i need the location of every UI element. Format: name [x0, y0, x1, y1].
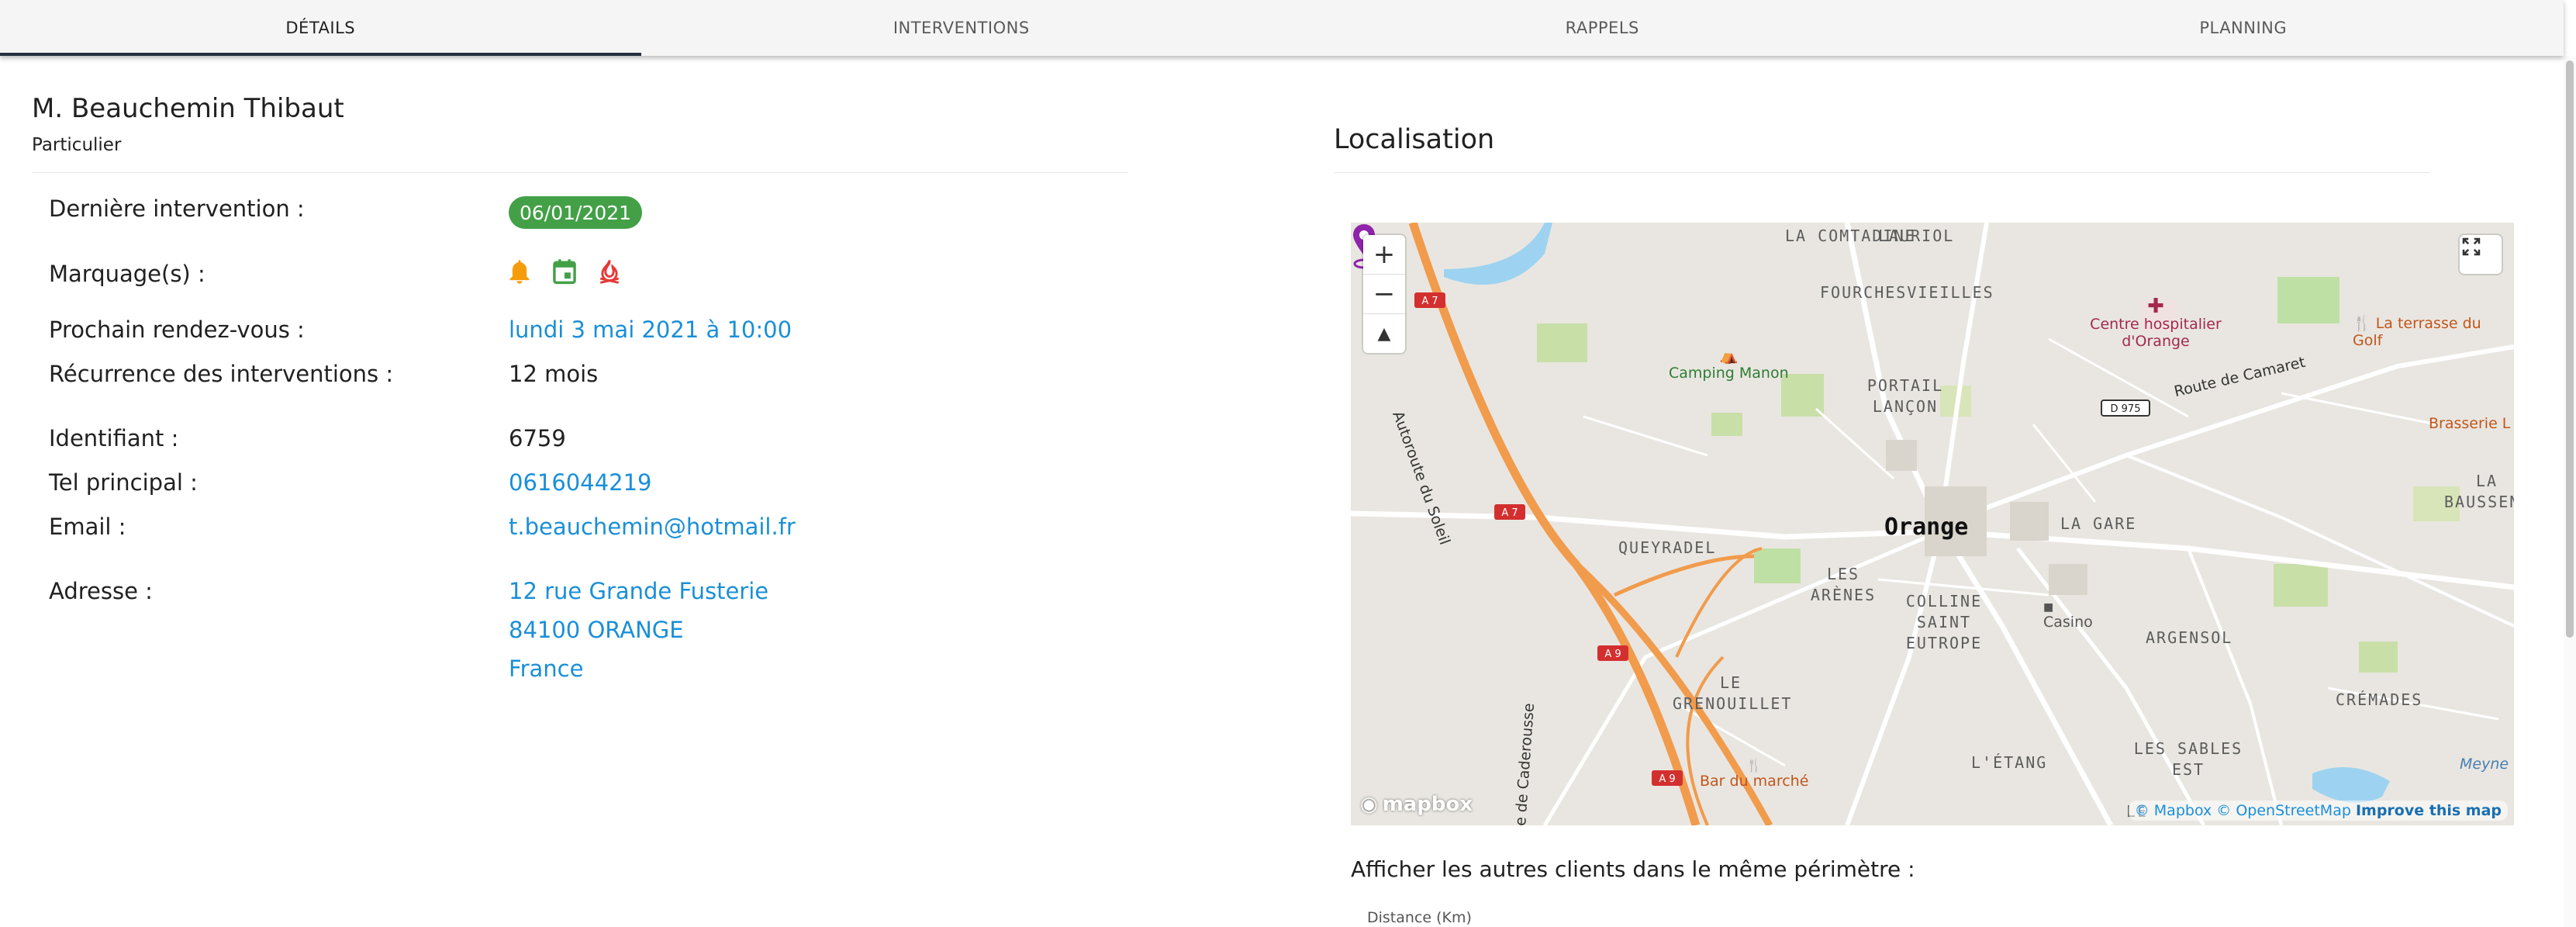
- map-label: LA GARE: [2060, 514, 2137, 533]
- client-name: M. Beauchemin Thibaut: [32, 93, 344, 124]
- divider: [32, 172, 1128, 173]
- map-label: ARGENSOL: [2146, 628, 2233, 647]
- fire-icon: [596, 258, 623, 285]
- road-shield: A 9: [1652, 770, 1683, 786]
- recurrence-label: Récurrence des interventions :: [49, 361, 394, 387]
- tab-details[interactable]: DÉTAILS: [0, 0, 641, 56]
- camping-icon: ⛺: [1719, 348, 1739, 365]
- map-poi: Meyne: [2460, 756, 2509, 773]
- next-appointment-label: Prochain rendez-vous :: [49, 316, 305, 343]
- markings-icons: [506, 258, 623, 285]
- map-city-label: Orange: [1884, 514, 1969, 541]
- zoom-in-button[interactable]: +: [1363, 235, 1405, 275]
- nearby-clients-title: Afficher les autres clients dans le même…: [1351, 856, 1915, 882]
- scrollbar-thumb[interactable]: [2566, 61, 2574, 638]
- road-shield: D 975: [2101, 400, 2150, 417]
- map-label: PORTAIL LANÇON: [1866, 376, 1944, 416]
- tab-rappels[interactable]: RAPPELS: [1282, 0, 1923, 56]
- compass-icon: ▲: [1377, 323, 1391, 344]
- road-shield: A 7: [1494, 504, 1525, 520]
- shop-icon: ■: [2043, 601, 2054, 614]
- next-appointment-link[interactable]: lundi 3 mai 2021 à 10:00: [509, 316, 792, 343]
- map-poi: ✚ Centre hospitalier d'Orange: [2086, 295, 2226, 350]
- svg-text:A 9: A 9: [1604, 649, 1621, 660]
- fullscreen-button[interactable]: [2460, 235, 2502, 274]
- last-intervention-badge: 06/01/2021: [509, 196, 643, 229]
- map-label: LES ARÈNES: [1810, 565, 1877, 604]
- address-line-1[interactable]: 12 rue Grande Fusterie: [509, 578, 768, 604]
- map-poi: Brasserie L: [2429, 415, 2511, 432]
- mapbox-logo[interactable]: ◉ mapbox: [1360, 793, 1473, 816]
- svg-text:A 7: A 7: [1421, 296, 1438, 307]
- improve-map-link[interactable]: Improve this map: [2356, 802, 2502, 819]
- map-label: COLLINE SAINT EUTROPE: [1905, 592, 1983, 652]
- distance-label: Distance (Km): [1367, 909, 1472, 926]
- phone-link[interactable]: 0616044219: [509, 469, 652, 496]
- calendar-icon: [551, 258, 578, 285]
- map-attribution: © Mapbox © OpenStreetMap Improve this ma…: [2128, 801, 2508, 821]
- road-shield: A 9: [1597, 645, 1628, 661]
- markings-label: Marquage(s) :: [49, 261, 205, 287]
- zoom-out-button[interactable]: −: [1363, 275, 1405, 314]
- address-line-3[interactable]: France: [509, 655, 583, 682]
- map-label: LE GRENOUILLET: [1673, 673, 1793, 713]
- svg-text:A 9: A 9: [1659, 773, 1675, 785]
- email-link[interactable]: t.beauchemin@hotmail.fr: [509, 514, 796, 540]
- divider: [1334, 172, 2430, 173]
- fullscreen-icon: [2462, 237, 2481, 256]
- client-type: Particulier: [32, 135, 122, 155]
- road-shield: A 7: [1414, 292, 1445, 308]
- last-intervention-label: Dernière intervention :: [49, 195, 305, 222]
- map-label: QUEYRADEL: [1618, 538, 1717, 557]
- map-poi: 🍴 La terrasse du Golf: [2353, 315, 2481, 349]
- scrollbar[interactable]: [2564, 56, 2576, 927]
- map-label: LAURIOL: [1878, 227, 1955, 245]
- mapbox-icon: ◉: [1360, 793, 1378, 816]
- svg-text:A 7: A 7: [1501, 507, 1518, 519]
- tab-bar: DÉTAILS INTERVENTIONS RAPPELS PLANNING: [0, 0, 2564, 56]
- tab-interventions[interactable]: INTERVENTIONS: [641, 0, 1283, 56]
- map-label: CRÉMADES: [2336, 690, 2423, 709]
- map-label: LES SABLES EST: [2133, 739, 2243, 779]
- compass-button[interactable]: ▲: [1363, 314, 1405, 353]
- map-label: LA BAUSSENQUE: [2444, 472, 2514, 511]
- identifier-value: 6759: [509, 425, 566, 451]
- hospital-icon: ✚: [2147, 295, 2164, 318]
- phone-label: Tel principal :: [49, 469, 198, 496]
- osm-attribution-link[interactable]: © OpenStreetMap: [2216, 802, 2351, 819]
- map-label: L'ÉTANG: [1971, 753, 2048, 772]
- restaurant-icon: 🍴: [1746, 758, 1763, 773]
- map-label: FOURCHESVIEILLES: [1820, 283, 1994, 302]
- map-poi: 🍴 Bar du marché: [1700, 758, 1809, 790]
- address-line-2[interactable]: 84100 ORANGE: [509, 617, 684, 643]
- identifier-label: Identifiant :: [49, 425, 179, 451]
- mapbox-attribution-link[interactable]: © Mapbox: [2135, 802, 2212, 819]
- email-label: Email :: [49, 514, 126, 540]
- location-title: Localisation: [1334, 124, 1495, 155]
- map-poi: ■ Casino: [2043, 601, 2093, 631]
- svg-text:D 975: D 975: [2111, 403, 2141, 415]
- tab-planning[interactable]: PLANNING: [1923, 0, 2564, 56]
- map-controls: + − ▲: [1363, 235, 1405, 353]
- recurrence-value: 12 mois: [509, 361, 599, 387]
- restaurant-icon: 🍴: [2353, 315, 2371, 332]
- map-poi: ⛺ Camping Manon: [1669, 348, 1789, 382]
- map[interactable]: A 7 A 7 A 9 A 9 D 975 LA COMTADINE LAURI…: [1351, 223, 2514, 825]
- address-label: Adresse :: [49, 578, 153, 604]
- bell-icon: [506, 258, 534, 285]
